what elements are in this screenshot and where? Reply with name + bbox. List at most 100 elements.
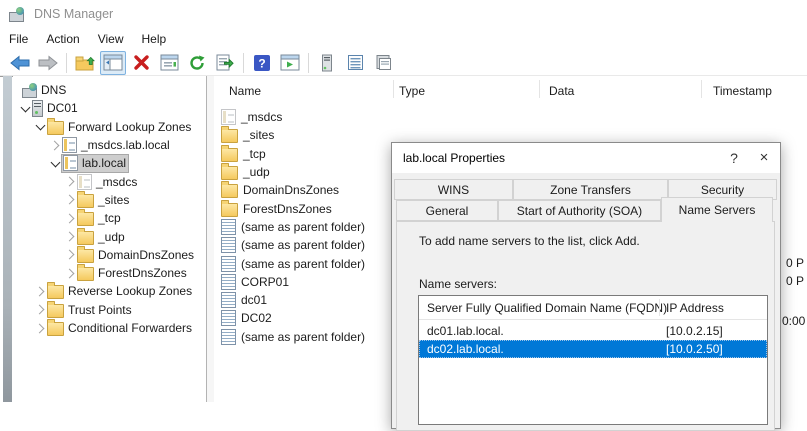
dns-root-icon bbox=[22, 83, 37, 98]
new-window-icon[interactable] bbox=[277, 51, 303, 75]
window-titlebar[interactable]: DNS Manager bbox=[0, 0, 807, 28]
column-header-timestamp[interactable]: Timestamp bbox=[713, 84, 772, 98]
tree-item-reverse-lookup-zones[interactable]: Reverse Lookup Zones bbox=[13, 282, 206, 300]
name-server-row[interactable]: dc01.lab.local. [10.0.2.15] bbox=[419, 322, 767, 340]
window-left-border bbox=[3, 76, 12, 402]
folder-icon bbox=[77, 249, 94, 263]
tree-item-tcp[interactable]: _tcp bbox=[13, 209, 206, 227]
dns-record-icon bbox=[221, 310, 236, 326]
server-icon[interactable] bbox=[314, 51, 340, 75]
column-divider[interactable] bbox=[539, 80, 540, 98]
delegated-zone-icon bbox=[221, 109, 236, 125]
tab-general[interactable]: General bbox=[396, 200, 498, 221]
name-server-row-selected[interactable]: dc02.lab.local. [10.0.2.50] bbox=[419, 340, 767, 358]
folder-icon bbox=[221, 203, 238, 217]
tree-item-lab-local[interactable]: lab.local bbox=[13, 154, 206, 172]
column-divider[interactable] bbox=[659, 299, 660, 316]
dns-record-icon bbox=[221, 219, 236, 235]
clipped-timestamp-text: 0 P bbox=[786, 256, 804, 270]
tab-wins[interactable]: WINS bbox=[394, 179, 513, 200]
tree-item-dc01[interactable]: DC01 bbox=[13, 99, 206, 117]
expander-expand[interactable] bbox=[63, 230, 77, 244]
column-header-fqdn[interactable]: Server Fully Qualified Domain Name (FQDN… bbox=[427, 301, 667, 315]
tree-item-conditional-forwarders[interactable]: Conditional Forwarders bbox=[13, 319, 206, 337]
forward-icon[interactable] bbox=[35, 51, 61, 75]
window-title: DNS Manager bbox=[34, 7, 113, 21]
properties-dialog: lab.local Properties ? × WINS Zone Trans… bbox=[391, 142, 781, 429]
tree-item-forward-lookup-zones[interactable]: Forward Lookup Zones bbox=[13, 118, 206, 136]
tab-start-of-authority[interactable]: Start of Authority (SOA) bbox=[498, 200, 661, 221]
dialog-close-button[interactable]: × bbox=[750, 143, 778, 172]
expander-collapse[interactable] bbox=[33, 120, 47, 134]
expander-expand[interactable] bbox=[48, 138, 62, 152]
menu-bar: File Action View Help bbox=[0, 28, 807, 51]
help-icon[interactable]: ? bbox=[249, 51, 275, 75]
menu-help[interactable]: Help bbox=[133, 29, 176, 49]
back-icon[interactable] bbox=[7, 51, 33, 75]
up-one-level-icon[interactable] bbox=[72, 51, 98, 75]
dialog-title: lab.local Properties bbox=[403, 151, 505, 165]
toolbar: ? bbox=[0, 50, 807, 76]
menu-file[interactable]: File bbox=[0, 29, 37, 49]
menu-view[interactable]: View bbox=[89, 29, 133, 49]
tree-item-sites[interactable]: _sites bbox=[13, 191, 206, 209]
expander-expand[interactable] bbox=[63, 193, 77, 207]
export-list-icon[interactable] bbox=[212, 51, 238, 75]
column-header-name[interactable]: Name bbox=[229, 84, 261, 98]
tree-item-udp[interactable]: _udp bbox=[13, 227, 206, 245]
clipped-timestamp-text: 0 P bbox=[786, 274, 804, 288]
tab-zone-transfers[interactable]: Zone Transfers bbox=[513, 179, 668, 200]
dns-record-icon bbox=[221, 256, 236, 272]
expander-expand[interactable] bbox=[33, 303, 47, 317]
column-divider[interactable] bbox=[393, 80, 394, 98]
expander-expand[interactable] bbox=[33, 284, 47, 298]
expander-expand[interactable] bbox=[33, 321, 47, 335]
tree-item-dns-root[interactable]: DNS bbox=[13, 81, 206, 99]
folder-icon bbox=[221, 129, 238, 143]
clipboard-icon[interactable] bbox=[370, 51, 396, 75]
folder-icon bbox=[221, 148, 238, 162]
properties-icon[interactable] bbox=[156, 51, 182, 75]
toolbar-separator bbox=[308, 53, 309, 73]
expander-expand[interactable] bbox=[63, 248, 77, 262]
column-header-ip-address[interactable]: IP Address bbox=[666, 301, 724, 315]
zone-icon bbox=[62, 137, 77, 153]
folder-icon bbox=[221, 184, 238, 198]
refresh-icon[interactable] bbox=[184, 51, 210, 75]
folder-icon bbox=[47, 322, 64, 336]
delete-icon[interactable] bbox=[128, 51, 154, 75]
folder-icon bbox=[47, 285, 64, 299]
folder-icon bbox=[77, 194, 94, 208]
name-servers-table-header: Server Fully Qualified Domain Name (FQDN… bbox=[419, 296, 767, 320]
expander-expand[interactable] bbox=[63, 211, 77, 225]
dialog-help-button[interactable]: ? bbox=[720, 143, 748, 172]
tree-item-msdcs-delegation[interactable]: _msdcs bbox=[13, 172, 206, 190]
column-divider[interactable] bbox=[701, 80, 702, 98]
expander-collapse[interactable] bbox=[48, 156, 62, 170]
record-list-icon[interactable] bbox=[342, 51, 368, 75]
instruction-text: To add name servers to the list, click A… bbox=[419, 234, 640, 248]
tree-item-trust-points[interactable]: Trust Points bbox=[13, 301, 206, 319]
column-header-data[interactable]: Data bbox=[549, 84, 574, 98]
expander-expand[interactable] bbox=[63, 175, 77, 189]
folder-icon bbox=[77, 267, 94, 281]
dns-record-icon bbox=[221, 237, 236, 253]
tree-item-forestdnszones[interactable]: ForestDnsZones bbox=[13, 264, 206, 282]
name-servers-tab-panel: To add name servers to the list, click A… bbox=[396, 221, 775, 431]
expander-collapse[interactable] bbox=[18, 101, 32, 115]
menu-action[interactable]: Action bbox=[37, 29, 88, 49]
show-console-tree-icon[interactable] bbox=[100, 51, 126, 75]
console-tree-pane: DNS DC01 Forward Lookup Zones _msdcs.lab… bbox=[13, 76, 206, 402]
tree-item-msdcs-lab-local[interactable]: _msdcs.lab.local bbox=[13, 136, 206, 154]
tab-name-servers[interactable]: Name Servers bbox=[661, 197, 773, 222]
folder-icon bbox=[77, 212, 94, 226]
svg-text:?: ? bbox=[258, 56, 265, 70]
expander-expand[interactable] bbox=[63, 266, 77, 280]
tree-item-domaindnszones[interactable]: DomainDnsZones bbox=[13, 246, 206, 264]
list-row[interactable]: _msdcs bbox=[214, 108, 807, 126]
folder-icon bbox=[47, 304, 64, 318]
dns-app-icon bbox=[9, 7, 24, 22]
column-header-type[interactable]: Type bbox=[399, 84, 425, 98]
dns-record-icon bbox=[221, 292, 236, 308]
delegated-zone-icon bbox=[77, 174, 92, 190]
